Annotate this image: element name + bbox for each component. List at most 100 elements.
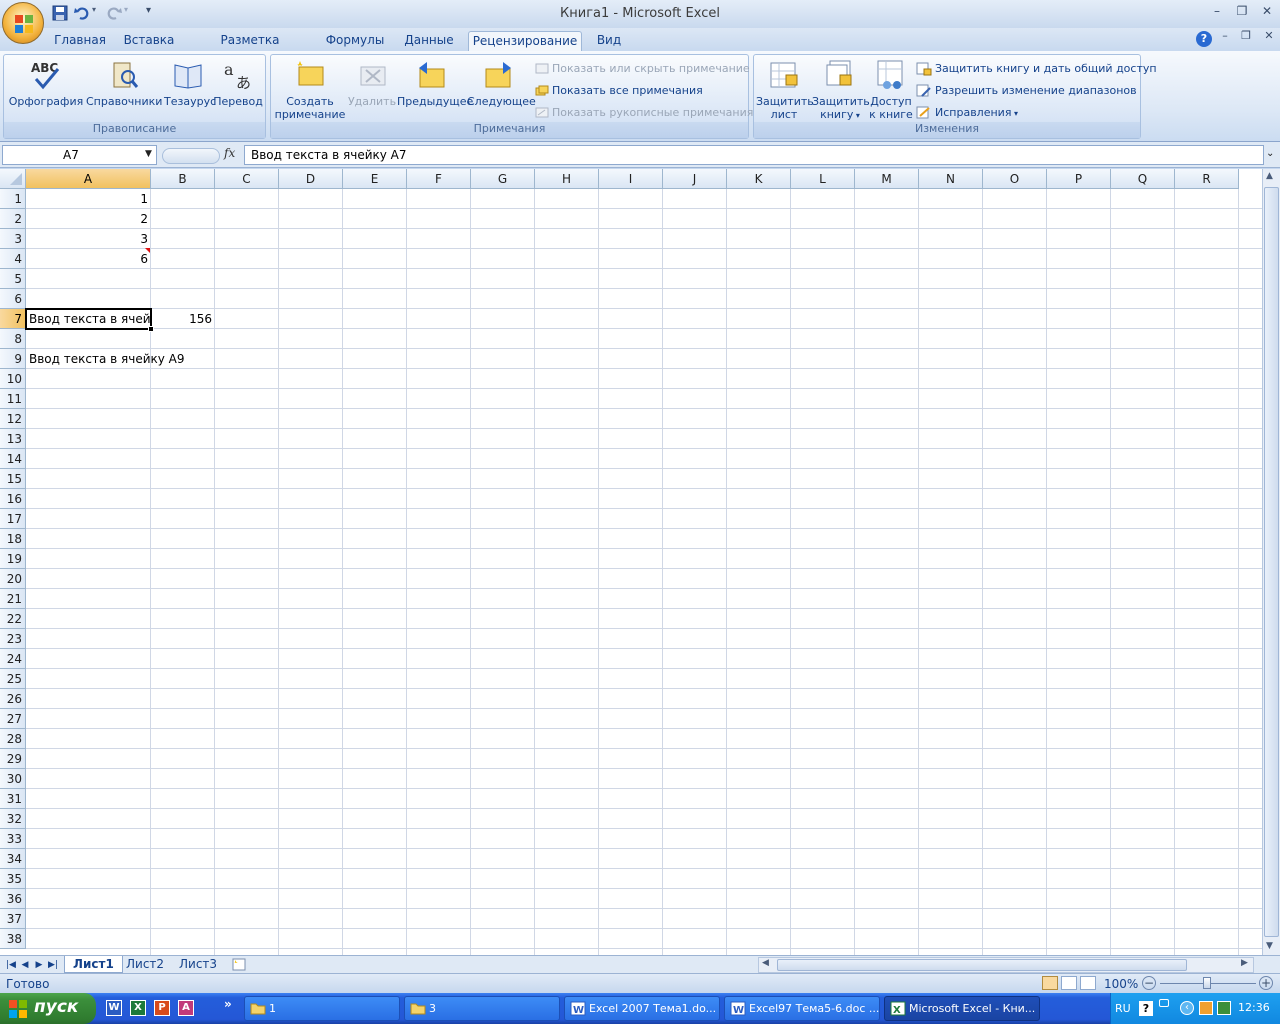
delete-comment-button[interactable]: Удалить <box>347 59 397 108</box>
page-layout-view-icon[interactable] <box>1061 976 1077 990</box>
tab-insert[interactable]: Вставка <box>118 31 180 51</box>
row-header-36[interactable]: 36 <box>0 889 26 909</box>
row-header-27[interactable]: 27 <box>0 709 26 729</box>
zoom-in-icon[interactable]: + <box>1259 976 1273 990</box>
cell-A2[interactable]: 2 <box>26 209 151 229</box>
taskbar-item-folder-1[interactable]: 1 <box>244 996 400 1021</box>
doc-close-button[interactable]: ✕ <box>1258 29 1280 47</box>
row-header-2[interactable]: 2 <box>0 209 26 229</box>
taskbar-item-word-doc-1[interactable]: W Excel 2007 Тема1.do... <box>564 996 720 1021</box>
protect-workbook-button[interactable]: Защитить книгу ▾ <box>812 59 870 122</box>
previous-comment-button[interactable]: Предыдущее <box>397 59 473 108</box>
doc-restore-button[interactable]: ❐ <box>1235 29 1257 47</box>
select-all-button[interactable] <box>0 169 26 189</box>
row-header-30[interactable]: 30 <box>0 769 26 789</box>
row-header-6[interactable]: 6 <box>0 289 26 309</box>
comment-indicator[interactable] <box>145 248 150 253</box>
show-hide-comment-button[interactable]: Показать или скрыть примечание <box>535 60 750 78</box>
translate-button[interactable]: aあ Перевод <box>212 59 264 108</box>
column-header-K[interactable]: K <box>727 169 791 189</box>
zoom-out-icon[interactable]: − <box>1142 976 1156 990</box>
row-header-31[interactable]: 31 <box>0 789 26 809</box>
row-header-14[interactable]: 14 <box>0 449 26 469</box>
vertical-scrollbar[interactable]: ▲ ▼ <box>1262 169 1280 955</box>
row-header-10[interactable]: 10 <box>0 369 26 389</box>
row-header-7[interactable]: 7 <box>0 309 26 329</box>
row-header-19[interactable]: 19 <box>0 549 26 569</box>
maximize-button[interactable]: ❐ <box>1231 4 1253 22</box>
row-header-13[interactable]: 13 <box>0 429 26 449</box>
row-header-3[interactable]: 3 <box>0 229 26 249</box>
tab-view[interactable]: Вид <box>590 31 628 51</box>
row-header-18[interactable]: 18 <box>0 529 26 549</box>
tab-review[interactable]: Рецензирование <box>468 31 582 51</box>
tray-app-icon-1[interactable] <box>1199 1001 1213 1015</box>
cell-B7[interactable]: 156 <box>151 309 215 329</box>
row-header-24[interactable]: 24 <box>0 649 26 669</box>
row-header-28[interactable]: 28 <box>0 729 26 749</box>
column-header-O[interactable]: O <box>983 169 1047 189</box>
row-header-23[interactable]: 23 <box>0 629 26 649</box>
row-header-4[interactable]: 4 <box>0 249 26 269</box>
row-header-22[interactable]: 22 <box>0 609 26 629</box>
row-header-17[interactable]: 17 <box>0 509 26 529</box>
formula-expand-handle[interactable] <box>162 148 220 164</box>
network-tray-icon[interactable] <box>1159 999 1169 1007</box>
column-header-Q[interactable]: Q <box>1111 169 1175 189</box>
sheet-tab-3[interactable]: Лист3 <box>171 956 225 973</box>
tray-app-icon-2[interactable] <box>1217 1001 1231 1015</box>
row-header-35[interactable]: 35 <box>0 869 26 889</box>
protect-and-share-button[interactable]: Защитить книгу и дать общий доступ <box>916 60 1157 78</box>
taskbar-item-excel[interactable]: X Microsoft Excel - Кни... <box>884 996 1040 1021</box>
vertical-scroll-thumb[interactable] <box>1264 187 1279 937</box>
column-header-J[interactable]: J <box>663 169 727 189</box>
help-icon[interactable]: ? <box>1196 31 1212 47</box>
column-header-R[interactable]: R <box>1175 169 1239 189</box>
horizontal-scrollbar[interactable]: ◀ ▶ <box>758 957 1254 973</box>
zoom-slider-thumb[interactable] <box>1203 977 1211 989</box>
allow-edit-ranges-button[interactable]: Разрешить изменение диапазонов <box>916 82 1137 100</box>
new-comment-button[interactable]: Создать примечание <box>273 59 347 121</box>
tab-page-layout[interactable]: Разметка страницы <box>188 31 312 61</box>
powerpoint-quicklaunch-icon[interactable]: P <box>154 1000 170 1016</box>
word-quicklaunch-icon[interactable]: W <box>106 1000 122 1016</box>
row-header-33[interactable]: 33 <box>0 829 26 849</box>
row-header-9[interactable]: 9 <box>0 349 26 369</box>
taskbar-item-folder-3[interactable]: 3 <box>404 996 560 1021</box>
column-header-F[interactable]: F <box>407 169 471 189</box>
row-header-29[interactable]: 29 <box>0 749 26 769</box>
column-header-A[interactable]: A <box>26 169 151 189</box>
formula-input[interactable]: Ввод текста в ячейку A7 <box>244 145 1264 165</box>
horizontal-scroll-thumb[interactable] <box>777 959 1187 971</box>
office-button[interactable] <box>2 2 44 44</box>
row-header-16[interactable]: 16 <box>0 489 26 509</box>
cell-A9[interactable]: Ввод текста в ячейку A9 <box>26 349 226 369</box>
start-button[interactable]: пуск <box>0 993 96 1024</box>
tray-collapse-icon[interactable]: ‹ <box>1180 1001 1194 1015</box>
scroll-right-icon[interactable]: ▶ <box>1241 958 1248 968</box>
zoom-level[interactable]: 100% <box>1104 977 1138 991</box>
spelling-button[interactable]: ABC Орфография <box>6 59 86 108</box>
access-quicklaunch-icon[interactable]: A <box>178 1000 194 1016</box>
page-break-view-icon[interactable] <box>1080 976 1096 990</box>
cell-A1[interactable]: 1 <box>26 189 151 209</box>
minimize-button[interactable]: – <box>1206 4 1228 22</box>
name-box[interactable]: A7 <box>2 145 157 165</box>
tab-data[interactable]: Данные <box>398 31 460 51</box>
language-indicator[interactable]: RU <box>1115 1002 1131 1015</box>
next-comment-button[interactable]: Следующее <box>467 59 536 108</box>
insert-sheet-icon[interactable] <box>230 957 248 972</box>
column-header-H[interactable]: H <box>535 169 599 189</box>
last-sheet-icon[interactable]: ▶| <box>46 957 60 973</box>
help-tray-icon[interactable]: ? <box>1139 1001 1153 1016</box>
close-button[interactable]: ✕ <box>1256 4 1278 22</box>
prev-sheet-icon[interactable]: ◀ <box>18 957 32 973</box>
row-header-25[interactable]: 25 <box>0 669 26 689</box>
column-header-M[interactable]: M <box>855 169 919 189</box>
cell-A3[interactable]: 3 <box>26 229 151 249</box>
column-header-I[interactable]: I <box>599 169 663 189</box>
scroll-down-icon[interactable]: ▼ <box>1266 941 1273 951</box>
row-header-26[interactable]: 26 <box>0 689 26 709</box>
show-ink-comments-button[interactable]: Показать рукописные примечания <box>535 104 753 122</box>
row-header-21[interactable]: 21 <box>0 589 26 609</box>
